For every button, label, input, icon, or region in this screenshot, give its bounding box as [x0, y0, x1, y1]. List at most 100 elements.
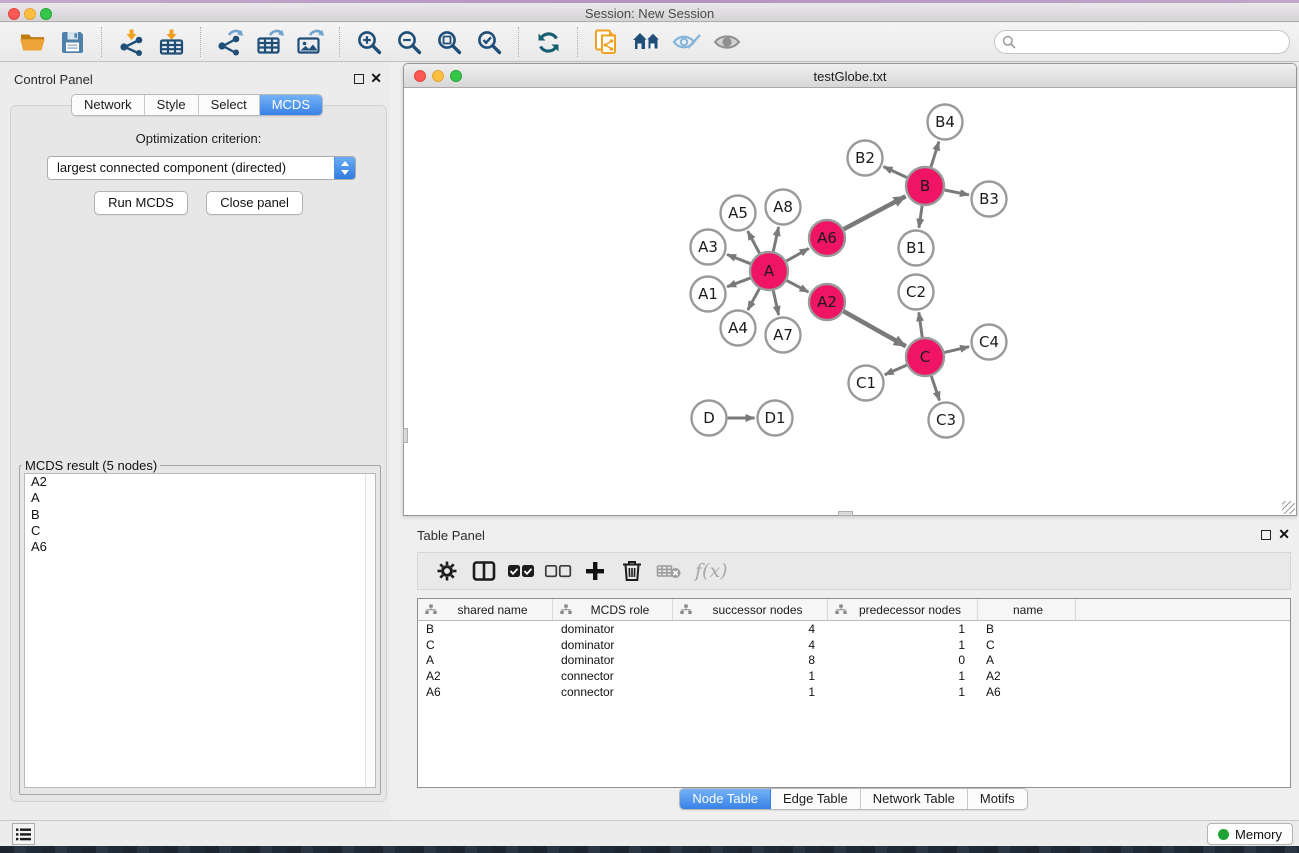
network-graph[interactable]: B4B2BB3A8A5A6A3B1AC2A1A2A4A7C4CC1C3DD1 — [404, 88, 1296, 515]
close-panel-icon[interactable]: ✕ — [370, 70, 382, 87]
delete-columns-icon[interactable] — [615, 558, 649, 584]
column-header-name[interactable]: name — [978, 599, 1076, 620]
graph-edge-B-B4 — [931, 142, 939, 167]
float-panel-icon[interactable] — [354, 74, 364, 84]
table-cell[interactable]: B — [978, 622, 1076, 636]
toolbar-separator — [101, 27, 102, 57]
tab-mcds[interactable]: MCDS — [260, 95, 322, 115]
tab-select[interactable]: Select — [199, 95, 260, 115]
zoom-out-icon[interactable] — [394, 27, 424, 57]
column-header-predecessor-nodes[interactable]: predecessor nodes — [828, 599, 978, 620]
table-cell[interactable]: B — [418, 622, 553, 636]
table-cell[interactable]: C — [978, 638, 1076, 652]
graph-node-label-C2: C2 — [906, 283, 926, 301]
mcds-result-item[interactable]: C — [25, 523, 375, 539]
graph-node-label-C3: C3 — [936, 411, 956, 429]
table-cell[interactable]: connector — [553, 685, 673, 699]
column-header-successor-nodes[interactable]: successor nodes — [673, 599, 828, 620]
graph-node-label-A3: A3 — [698, 238, 718, 256]
tab-edge-table[interactable]: Edge Table — [771, 789, 861, 809]
table-options-icon[interactable] — [430, 558, 464, 584]
mcds-result-item[interactable]: A — [25, 490, 375, 506]
column-header-shared-name[interactable]: shared name — [418, 599, 553, 620]
table-cell[interactable]: A2 — [978, 669, 1076, 683]
network-window-titlebar[interactable]: testGlobe.txt — [404, 64, 1296, 88]
tab-style[interactable]: Style — [145, 95, 199, 115]
table-cell[interactable]: dominator — [553, 622, 673, 636]
mcds-result-item[interactable]: A6 — [25, 539, 375, 555]
graph-edge-A-A6 — [786, 248, 808, 261]
table-cell[interactable]: 1 — [828, 638, 978, 652]
zoom-fit-icon[interactable] — [434, 27, 464, 57]
table-cell[interactable]: 1 — [828, 622, 978, 636]
graph-edge-A-A7 — [773, 291, 778, 315]
mcds-result-list[interactable]: A2ABCA6 — [24, 473, 376, 788]
memory-button[interactable]: Memory — [1207, 823, 1293, 845]
status-bar: Memory — [0, 820, 1299, 846]
search-box[interactable] — [994, 30, 1290, 54]
mcds-result-item[interactable]: B — [25, 507, 375, 523]
table-cell[interactable]: dominator — [553, 653, 673, 667]
table-cell[interactable]: 1 — [673, 669, 828, 683]
new-network-icon[interactable] — [592, 27, 622, 57]
table-cell[interactable]: dominator — [553, 638, 673, 652]
table-row[interactable]: Adominator80A — [418, 652, 1290, 668]
add-column-icon[interactable] — [578, 558, 612, 584]
export-image-icon[interactable] — [295, 27, 325, 57]
export-network-icon[interactable] — [215, 27, 245, 57]
zoom-in-icon[interactable] — [354, 27, 384, 57]
export-table-icon[interactable] — [255, 27, 285, 57]
table-cell[interactable]: 0 — [828, 653, 978, 667]
table-cell[interactable]: A6 — [978, 685, 1076, 699]
table-row[interactable]: Cdominator41C — [418, 637, 1290, 653]
save-session-icon[interactable] — [57, 27, 87, 57]
window-resize-grip[interactable] — [1282, 501, 1295, 514]
tab-network[interactable]: Network — [72, 95, 145, 115]
float-panel-icon[interactable] — [1261, 530, 1271, 540]
open-session-icon[interactable] — [17, 27, 47, 57]
table-cell[interactable]: A — [978, 653, 1076, 667]
show-annotations-icon[interactable] — [712, 27, 742, 57]
tab-node-table[interactable]: Node Table — [680, 789, 771, 809]
table-cell[interactable]: connector — [553, 669, 673, 683]
table-cell[interactable]: A — [418, 653, 553, 667]
table-body: Bdominator41BCdominator41CAdominator80AA… — [418, 621, 1290, 699]
network-canvas[interactable]: B4B2BB3A8A5A6A3B1AC2A1A2A4A7C4CC1C3DD1 — [404, 88, 1296, 515]
function-builder-icon[interactable]: f(x) — [695, 560, 728, 582]
tab-network-table[interactable]: Network Table — [861, 789, 968, 809]
table-cell[interactable]: 1 — [673, 685, 828, 699]
table-cell[interactable]: 1 — [828, 685, 978, 699]
search-input[interactable] — [1016, 35, 1289, 50]
table-row[interactable]: A6connector11A6 — [418, 684, 1290, 700]
table-cell[interactable]: A2 — [418, 669, 553, 683]
close-panel-button[interactable]: Close panel — [206, 191, 303, 215]
hide-annotations-icon[interactable] — [672, 27, 702, 57]
zoom-selected-icon[interactable] — [474, 27, 504, 57]
result-list-scrollbar[interactable] — [365, 474, 375, 787]
select-all-checks-icon[interactable] — [504, 558, 538, 584]
refresh-layout-icon[interactable] — [533, 27, 563, 57]
table-cell[interactable]: A6 — [418, 685, 553, 699]
task-history-button[interactable] — [12, 823, 35, 845]
table-row[interactable]: A2connector11A2 — [418, 668, 1290, 684]
tab-motifs[interactable]: Motifs — [968, 789, 1027, 809]
table-row[interactable]: Bdominator41B — [418, 621, 1290, 637]
table-cell[interactable]: 4 — [673, 622, 828, 636]
column-header-MCDS-role[interactable]: MCDS role — [553, 599, 673, 620]
table-cell[interactable]: C — [418, 638, 553, 652]
window-edge-grip[interactable] — [403, 428, 408, 443]
window-edge-grip[interactable] — [838, 511, 853, 516]
close-panel-icon[interactable]: ✕ — [1278, 526, 1290, 543]
run-mcds-button[interactable]: Run MCDS — [94, 191, 188, 215]
import-network-icon[interactable] — [116, 27, 146, 57]
import-table-icon[interactable] — [156, 27, 186, 57]
delete-table-icon[interactable] — [652, 558, 686, 584]
table-cell[interactable]: 1 — [828, 669, 978, 683]
table-cell[interactable]: 4 — [673, 638, 828, 652]
criterion-dropdown[interactable]: largest connected component (directed) — [47, 156, 356, 180]
mcds-result-item[interactable]: A2 — [25, 474, 375, 490]
table-cell[interactable]: 8 — [673, 653, 828, 667]
deselect-all-checks-icon[interactable] — [541, 558, 575, 584]
home-layout-icon[interactable] — [632, 27, 662, 57]
toggle-columns-icon[interactable] — [467, 558, 501, 584]
